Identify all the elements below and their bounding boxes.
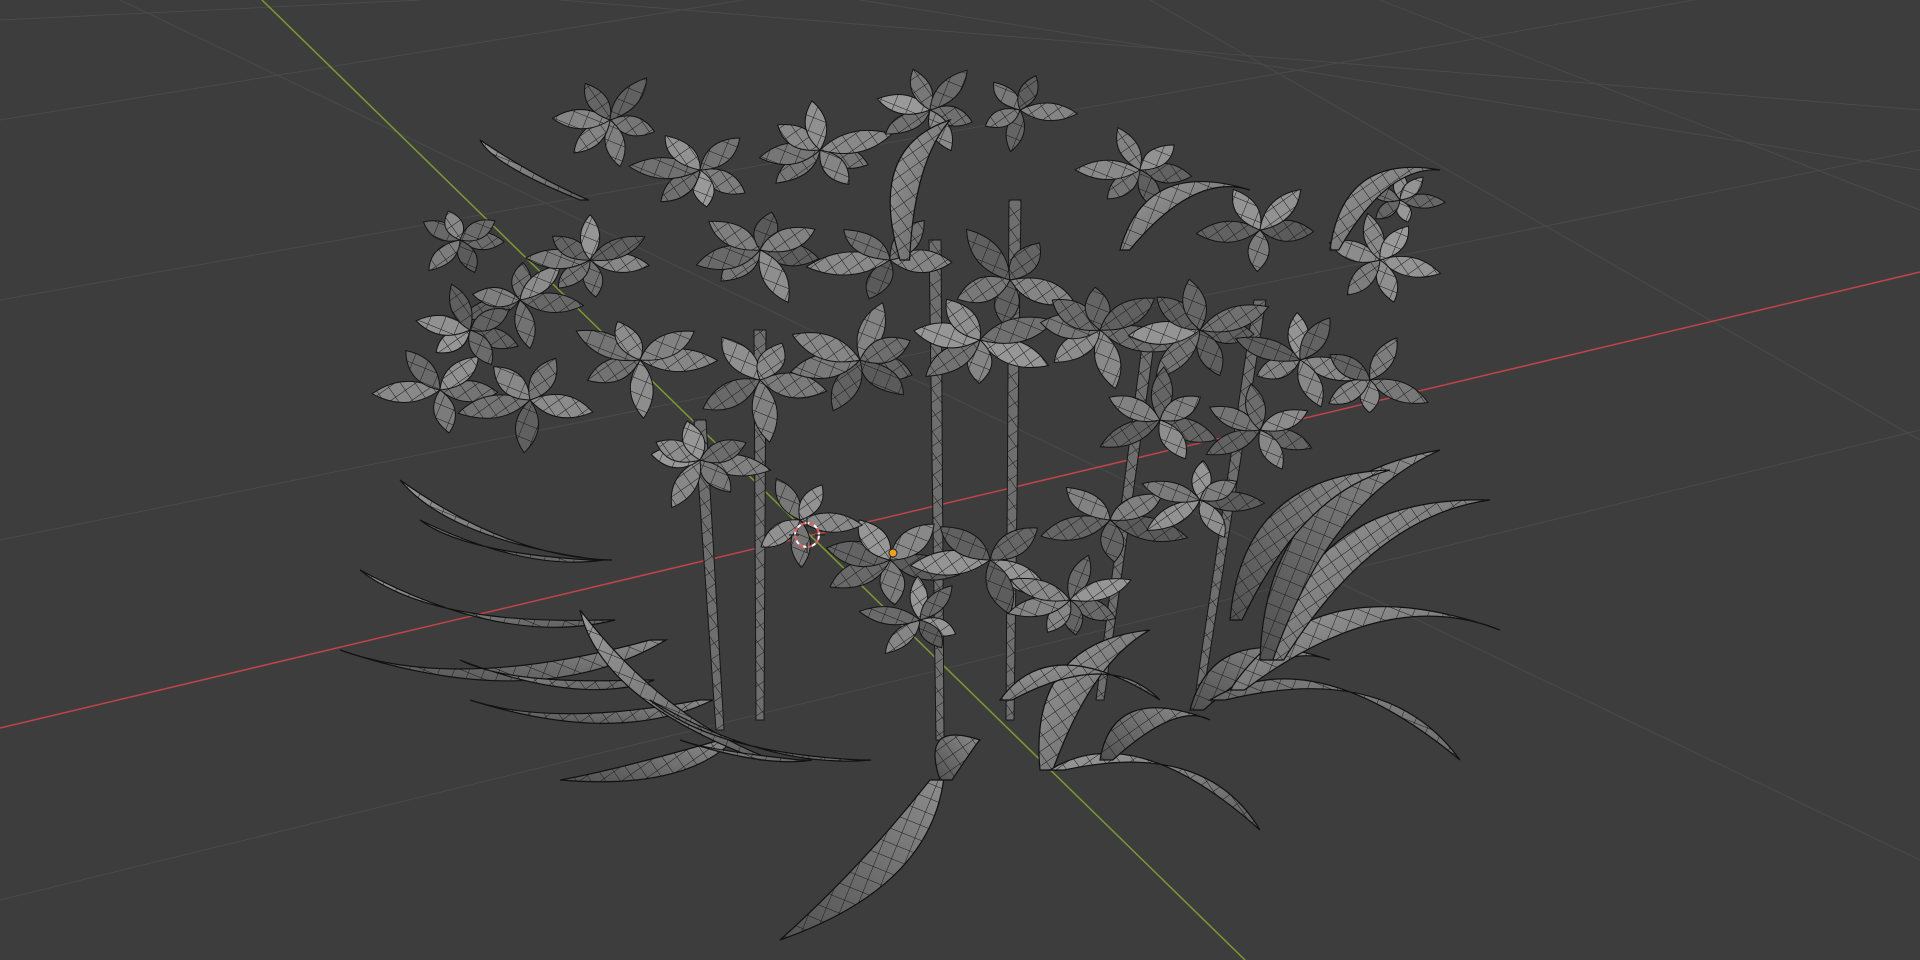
- grid-line: [1379, 0, 1920, 211]
- plant-leaf: [479, 139, 590, 201]
- flower-bush-mesh[interactable]: [339, 68, 1501, 941]
- flower-petals: [1205, 429, 1261, 456]
- flower-petals: [1065, 486, 1111, 521]
- plant-leaf: [1047, 752, 1261, 831]
- grid-line: [0, 0, 747, 121]
- flower-petals: [1040, 515, 1111, 541]
- plant-leaf: [1099, 707, 1211, 761]
- flower-petals: [699, 137, 741, 171]
- flower-petals: [858, 606, 921, 626]
- flower-petals: [1109, 493, 1163, 521]
- viewport-canvas[interactable]: [0, 0, 1920, 960]
- flower-petals: [428, 239, 461, 272]
- flower-petals: [791, 332, 861, 363]
- y-axis-line: [261, 0, 1246, 960]
- flower-petals: [775, 477, 802, 521]
- flower-petals: [993, 81, 1021, 111]
- flower-petals: [1099, 419, 1161, 448]
- flower-petals: [1375, 199, 1401, 220]
- grid-line: [0, 0, 421, 21]
- flower-petals: [989, 527, 1039, 561]
- plant-leaf: [400, 480, 612, 560]
- flower-petals: [966, 228, 1011, 281]
- flower-petals: [929, 69, 968, 111]
- plant-leaf: [1207, 678, 1461, 761]
- plant-leaf: [1038, 629, 1151, 771]
- grid-line: [559, 0, 1920, 111]
- plant-leaf: [480, 140, 589, 200]
- grid-line: [859, 0, 1920, 171]
- grid-line: [0, 0, 1697, 301]
- object-origin-dot: [888, 548, 898, 558]
- plant-leaf: [779, 779, 945, 941]
- plant-leaf: [359, 569, 616, 628]
- plant-leaf: [399, 479, 613, 561]
- flower-petals: [708, 220, 761, 251]
- flower-petals: [609, 77, 648, 121]
- plant-leaf: [934, 734, 981, 781]
- flower-petals: [1259, 409, 1309, 432]
- flower-petals: [702, 378, 761, 411]
- flower-petals: [529, 393, 594, 419]
- plant-leaf: [559, 739, 736, 783]
- 3d-viewport[interactable]: [0, 0, 1920, 960]
- flower-petals: [819, 129, 894, 155]
- flower-petals: [528, 357, 558, 401]
- flower-petals: [1369, 337, 1398, 381]
